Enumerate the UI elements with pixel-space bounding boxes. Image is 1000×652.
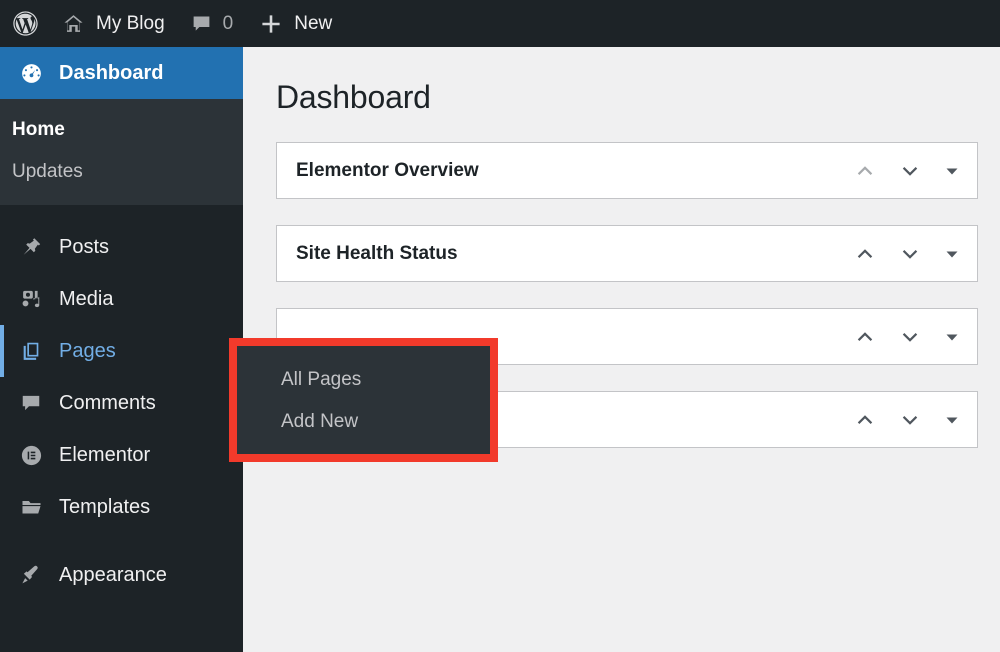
widget-controls — [854, 160, 960, 182]
home-icon — [62, 12, 85, 35]
sidebar-item-templates[interactable]: Templates — [0, 481, 243, 533]
chevron-up-icon[interactable] — [854, 326, 876, 348]
sidebar-item-media[interactable]: Media — [0, 273, 243, 325]
sidebar-item-label: Elementor — [59, 443, 151, 466]
dashboard-gauge-icon — [12, 62, 50, 85]
chevron-up-icon[interactable] — [854, 409, 876, 431]
widget-title: Elementor Overview — [296, 159, 479, 181]
plus-icon — [259, 12, 283, 36]
comment-bubble-icon — [12, 392, 50, 414]
sidebar-item-elementor[interactable]: Elementor — [0, 429, 243, 481]
chevron-down-icon[interactable] — [899, 160, 921, 182]
pin-icon — [12, 236, 50, 258]
sidebar-item-label: Pages — [59, 339, 116, 362]
new-content-label: New — [294, 12, 333, 34]
admin-sidebar-menu: Dashboard Home Updates Posts Media Pages… — [0, 47, 255, 652]
flyout-item-all-pages[interactable]: All Pages — [237, 359, 490, 401]
paintbrush-icon — [12, 564, 50, 586]
admin-bar: My Blog 0 New — [0, 0, 1000, 47]
folder-icon — [12, 496, 50, 519]
sidebar-item-appearance[interactable]: Appearance — [0, 549, 243, 601]
pages-flyout-highlight-box: All Pages Add New — [229, 338, 498, 462]
sidebar-item-label: Templates — [59, 495, 151, 518]
chevron-down-icon[interactable] — [899, 409, 921, 431]
new-content-button[interactable]: New — [246, 0, 345, 47]
triangle-down-icon[interactable] — [944, 246, 960, 262]
page-title: Dashboard — [276, 79, 431, 115]
submenu-item-updates[interactable]: Updates — [0, 151, 243, 193]
dashboard-submenu: Home Updates — [0, 99, 243, 205]
elementor-circle-e-icon — [12, 444, 50, 467]
chevron-down-icon[interactable] — [899, 326, 921, 348]
flyout-item-add-new[interactable]: Add New — [237, 401, 490, 443]
widget-controls — [854, 243, 960, 265]
sidebar-item-label: Appearance — [59, 563, 167, 586]
widget-controls — [854, 409, 960, 431]
pages-stacked-icon — [12, 340, 50, 362]
wordpress-logo-icon — [12, 10, 39, 37]
site-name-label: My Blog — [96, 12, 165, 34]
menu-separator — [0, 533, 243, 549]
submenu-item-home[interactable]: Home — [0, 109, 243, 151]
media-camera-music-icon — [12, 288, 50, 310]
sidebar-item-comments[interactable]: Comments — [0, 377, 243, 429]
chevron-down-icon[interactable] — [899, 243, 921, 265]
widget-panel: Site Health Status — [276, 225, 978, 282]
sidebar-item-posts[interactable]: Posts — [0, 221, 243, 273]
sidebar-item-label: Comments — [59, 391, 156, 414]
wordpress-logo-button[interactable] — [0, 0, 49, 47]
chevron-up-icon[interactable] — [854, 243, 876, 265]
widget-controls — [854, 326, 960, 348]
triangle-down-icon[interactable] — [944, 163, 960, 179]
wordpress-admin-screen: My Blog 0 New Dashboard Home Updates Pos… — [0, 0, 1000, 652]
comment-bubble-icon — [191, 13, 212, 34]
comments-count: 0 — [222, 12, 234, 34]
triangle-down-icon[interactable] — [944, 412, 960, 428]
sidebar-item-dashboard[interactable]: Dashboard — [0, 47, 255, 99]
menu-separator — [0, 205, 243, 221]
sidebar-item-label: Posts — [59, 235, 110, 258]
sidebar-item-pages[interactable]: Pages — [0, 325, 243, 377]
sidebar-item-label: Dashboard — [59, 61, 164, 84]
chevron-up-icon[interactable] — [854, 160, 876, 182]
pages-flyout-menu: All Pages Add New — [237, 346, 490, 454]
sidebar-item-label: Media — [59, 287, 114, 310]
comments-button[interactable]: 0 — [178, 0, 247, 47]
widget-title: Site Health Status — [296, 242, 458, 264]
site-name-button[interactable]: My Blog — [49, 0, 178, 47]
triangle-down-icon[interactable] — [944, 329, 960, 345]
widget-panel: Elementor Overview — [276, 142, 978, 199]
